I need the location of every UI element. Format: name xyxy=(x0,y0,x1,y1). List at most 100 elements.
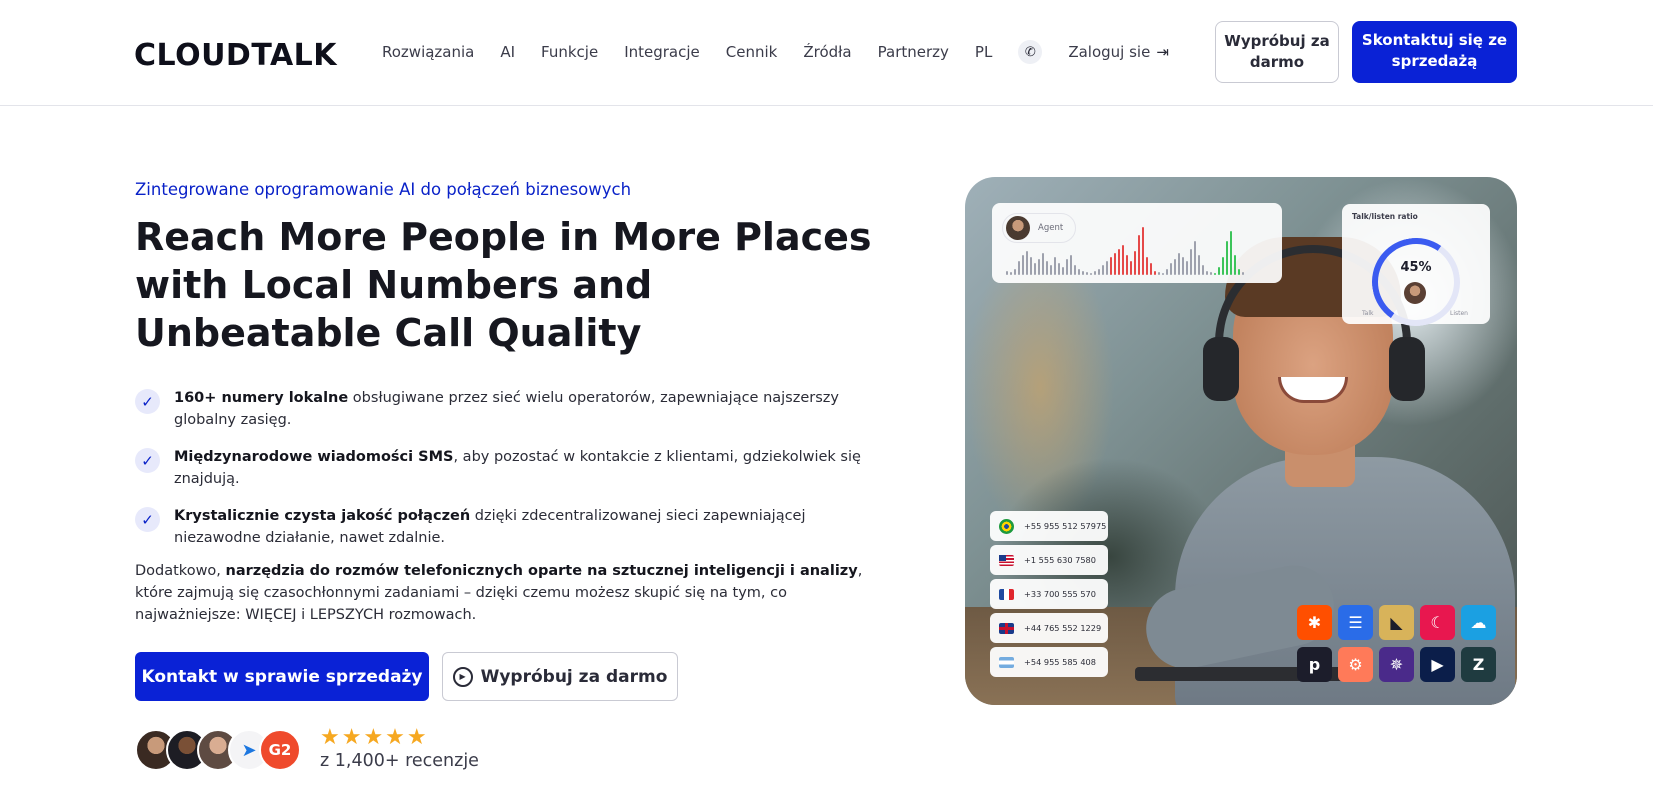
language-selector[interactable]: PL xyxy=(975,43,992,61)
reviewer-avatars: ➤ G2 xyxy=(135,729,301,773)
waveform-bar xyxy=(1194,241,1196,275)
uk-flag-icon xyxy=(999,622,1014,634)
reviews-count[interactable]: z 1,400+ recenzje xyxy=(320,751,479,771)
hero-title: Reach More People in More Places with Lo… xyxy=(135,215,872,355)
call-waveform-card: Agent xyxy=(992,203,1282,283)
waveform-bar xyxy=(1078,269,1080,275)
nav-item-partners[interactable]: Partnerzy xyxy=(878,43,949,61)
waveform-bar xyxy=(1098,269,1100,275)
france-flag-icon xyxy=(999,588,1014,600)
integration-icons: ✱ ☰ ◣ ☾ ☁ p ⚙ ✵ ▶ Z xyxy=(1297,605,1505,689)
try-free-button[interactable]: Wypróbuj za darmo xyxy=(1215,21,1339,83)
waveform-bar xyxy=(1074,265,1076,275)
nav-item-features[interactable]: Funkcje xyxy=(541,43,598,61)
nav-item-solutions[interactable]: Rozwiązania xyxy=(382,43,474,61)
clearbit-icon: ☾ xyxy=(1420,605,1455,640)
waveform-bar xyxy=(1154,271,1156,275)
zendesk-icon: Z xyxy=(1461,647,1496,682)
waveform-bar xyxy=(1198,255,1200,275)
waveform-bar xyxy=(1046,261,1048,275)
waveform-bar xyxy=(1042,253,1044,275)
pipedrive-logo-icon: ◣ xyxy=(1379,605,1414,640)
waveform-bar xyxy=(1018,261,1020,275)
checkmark-icon: ✓ xyxy=(135,448,160,473)
waveform-bar xyxy=(1030,257,1032,275)
waveform-bar xyxy=(1110,257,1112,275)
waveform-bar xyxy=(1122,245,1124,275)
usa-flag-icon xyxy=(999,554,1014,566)
waveform-bar xyxy=(1138,235,1140,275)
waveform-bar xyxy=(1006,271,1008,275)
waveform-bar xyxy=(1142,227,1144,275)
checkmark-icon: ✓ xyxy=(135,389,160,414)
waveform-bar xyxy=(1102,265,1104,275)
cloudtalk-logo[interactable]: CLOUDTALK xyxy=(134,38,337,73)
rating-stars: ★★★★★ xyxy=(320,725,429,750)
waveform-bar xyxy=(1186,261,1188,275)
phone-number-card: +33 700 555 570 xyxy=(990,579,1108,609)
feature-list: ✓ 160+ numery lokalne obsługiwane przez … xyxy=(135,387,875,564)
feature-item: ✓ Krystalicznie czysta jakość połączeń d… xyxy=(135,505,875,549)
waveform-bar xyxy=(1226,241,1228,275)
waveform-bar xyxy=(1178,253,1180,275)
nav-item-integrations[interactable]: Integracje xyxy=(624,43,700,61)
waveform-bar xyxy=(1182,257,1184,275)
feature-item: ✓ 160+ numery lokalne obsługiwane przez … xyxy=(135,387,875,431)
nav-item-ai[interactable]: AI xyxy=(500,43,515,61)
try-free-cta[interactable]: ▶ Wypróbuj za darmo xyxy=(442,652,678,701)
waveform-bar xyxy=(1214,273,1216,275)
g2-icon: G2 xyxy=(259,729,301,771)
waveform-bar xyxy=(1014,269,1016,275)
argentina-flag-icon xyxy=(999,656,1014,668)
phone-number-card: +1 555 630 7580 xyxy=(990,545,1108,575)
waveform-bar xyxy=(1118,249,1120,275)
contact-sales-button[interactable]: Skontaktuj się ze sprzedażą xyxy=(1352,21,1517,83)
waveform-bar xyxy=(1158,272,1160,275)
waveform-bar xyxy=(1210,272,1212,275)
nav-item-resources[interactable]: Źródła xyxy=(803,43,851,61)
site-header: CLOUDTALK Rozwiązania AI Funkcje Integra… xyxy=(0,0,1653,106)
waveform-bar xyxy=(1058,263,1060,275)
brazil-flag-icon xyxy=(999,518,1014,534)
waveform-bar xyxy=(1010,272,1012,275)
contact-sales-cta[interactable]: Kontakt w sprawie sprzedaży xyxy=(135,652,429,701)
ratio-avatar xyxy=(1404,282,1426,304)
login-link[interactable]: Zaloguj sie ⇥ xyxy=(1068,43,1169,61)
waveform-bar xyxy=(1238,269,1240,275)
waveform-bar xyxy=(1234,255,1236,275)
feature-text: Międzynarodowe wiadomości SMS, aby pozos… xyxy=(174,449,861,487)
waveform-bar xyxy=(1218,267,1220,275)
waveform-bar xyxy=(1206,271,1208,275)
waveform-bar xyxy=(1106,261,1108,275)
agent-avatar xyxy=(1006,216,1030,240)
waveform-bar xyxy=(1166,269,1168,275)
waveform-bar xyxy=(1170,263,1172,275)
hero-eyebrow: Zintegrowane oprogramowanie AI do połącz… xyxy=(135,180,632,199)
waveform-bar xyxy=(1026,251,1028,275)
checkmark-icon: ✓ xyxy=(135,507,160,532)
hero-image: Agent Talk/listen ratio 45% Talk Listen … xyxy=(965,177,1517,705)
shopify-star-icon: ✵ xyxy=(1379,647,1414,682)
waveform-bar xyxy=(1038,259,1040,275)
waveform-bar xyxy=(1174,259,1176,275)
waveform-bar xyxy=(1126,255,1128,275)
main-nav: Rozwiązania AI Funkcje Integracje Cennik… xyxy=(382,40,1169,64)
waveform-bar xyxy=(1230,231,1232,275)
waveform-bar xyxy=(1222,257,1224,275)
waveform-bar xyxy=(1114,253,1116,275)
hero-extra-paragraph: Dodatkowo, narzędzia do rozmów telefonic… xyxy=(135,563,863,623)
feature-item: ✓ Międzynarodowe wiadomości SMS, aby poz… xyxy=(135,446,875,490)
waveform-bar xyxy=(1022,255,1024,275)
phone-number-card: +54 955 585 408 xyxy=(990,647,1108,677)
headset-earcup xyxy=(1203,337,1239,401)
nav-item-pricing[interactable]: Cennik xyxy=(726,43,778,61)
waveform-bar xyxy=(1054,257,1056,275)
agent-label: Agent xyxy=(1038,223,1064,233)
ratio-listen-label: Listen xyxy=(1450,310,1468,317)
waveform-bar xyxy=(1066,259,1068,275)
waveform-bar xyxy=(1190,249,1192,275)
waveform-bar xyxy=(1162,273,1164,275)
phone-icon[interactable]: ✆ xyxy=(1018,40,1043,64)
waveform-bar xyxy=(1062,267,1064,275)
waveform-bar xyxy=(1150,263,1152,275)
